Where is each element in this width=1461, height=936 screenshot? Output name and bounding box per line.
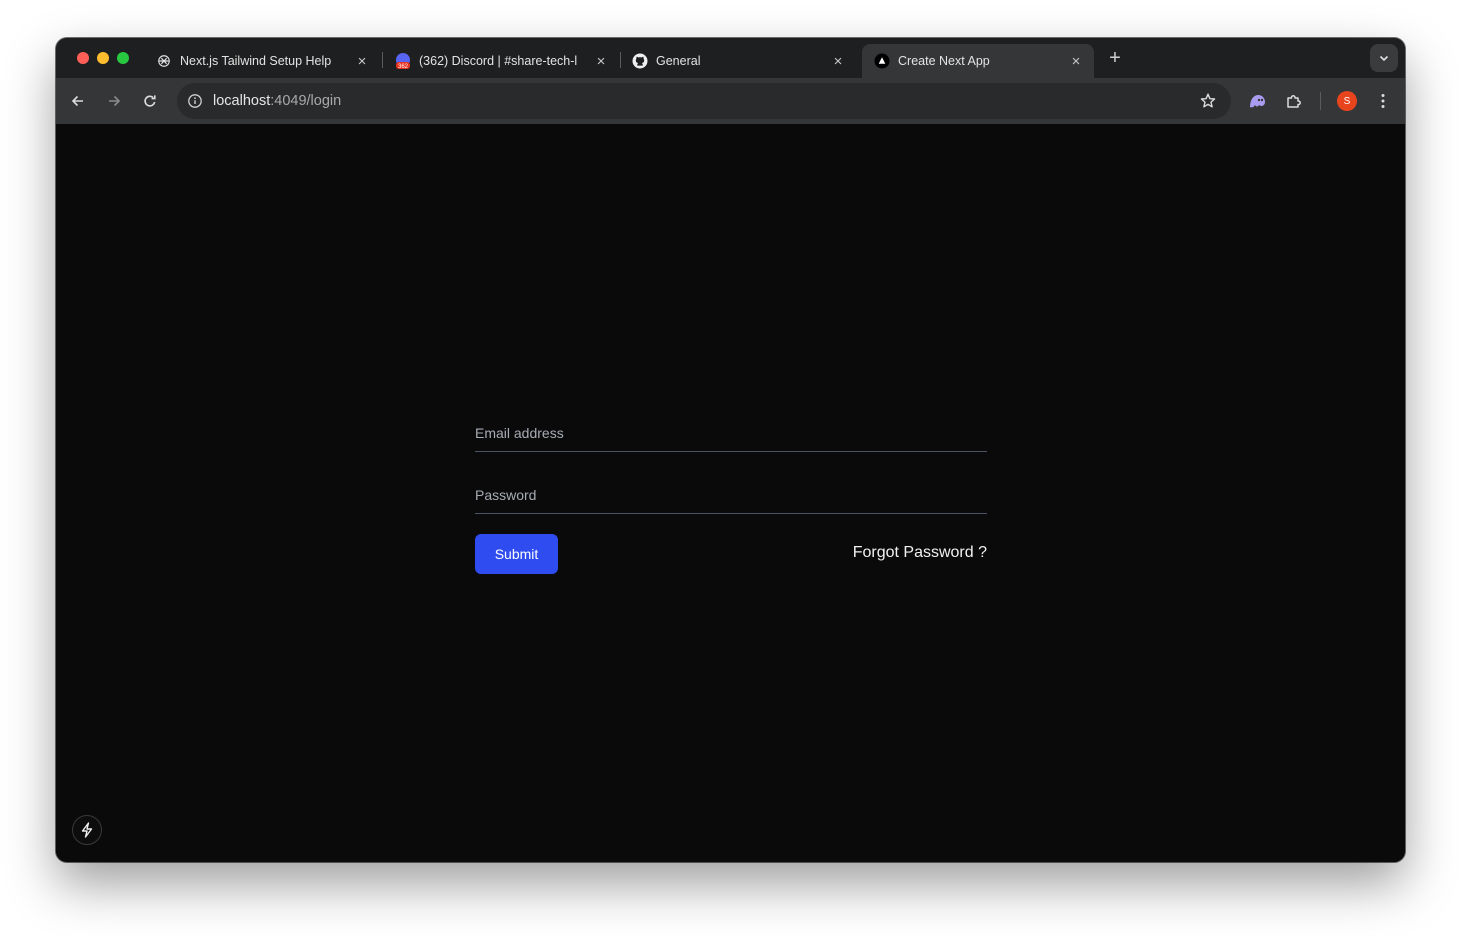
- arrow-right-icon: [109, 95, 121, 107]
- tab-github-general[interactable]: General ×: [620, 44, 856, 78]
- discord-icon: 362: [395, 53, 411, 69]
- tab-nextjs-tailwind[interactable]: Next.js Tailwind Setup Help ×: [144, 44, 380, 78]
- email-field-wrapper: [475, 416, 987, 452]
- url-host: localhost: [213, 93, 271, 109]
- password-field-wrapper: [475, 478, 987, 514]
- discord-badge: 362: [398, 64, 409, 69]
- new-tab-button[interactable]: +: [1104, 47, 1126, 69]
- email-input[interactable]: [475, 420, 987, 446]
- tab-title: (362) Discord | #share-tech-l: [419, 54, 578, 68]
- reload-button[interactable]: [138, 89, 162, 113]
- url-text[interactable]: localhost:4049/login: [213, 93, 341, 109]
- submit-button[interactable]: Submit: [475, 534, 558, 574]
- menu-kebab-icon[interactable]: [1372, 90, 1394, 112]
- back-button[interactable]: [66, 89, 90, 113]
- site-info-icon[interactable]: [185, 91, 205, 111]
- close-window-button[interactable]: [77, 52, 89, 64]
- vercel-icon: [874, 53, 890, 69]
- tab-search-button[interactable]: [1370, 44, 1398, 72]
- close-tab-icon[interactable]: ×: [354, 53, 370, 70]
- chevron-down-icon: [1379, 55, 1389, 62]
- reload-icon: [144, 95, 156, 107]
- profile-avatar[interactable]: S: [1337, 91, 1357, 111]
- page-content: Submit Forgot Password ?: [56, 124, 1405, 862]
- close-tab-icon[interactable]: ×: [1068, 53, 1084, 70]
- forward-button[interactable]: [102, 89, 126, 113]
- browser-toolbar: localhost:4049/login S: [56, 78, 1405, 124]
- tab-title: Create Next App: [898, 54, 990, 68]
- toolbar-separator: [1320, 92, 1321, 110]
- forgot-password-link[interactable]: Forgot Password ?: [853, 544, 987, 562]
- openai-icon: [156, 53, 172, 69]
- close-tab-icon[interactable]: ×: [830, 53, 846, 70]
- lightning-bolt-icon: [81, 822, 93, 838]
- browser-window: Next.js Tailwind Setup Help × 362 (362) …: [56, 38, 1405, 862]
- tab-title: General: [656, 54, 701, 68]
- extensions-puzzle-icon[interactable]: [1283, 90, 1305, 112]
- tab-strip: Next.js Tailwind Setup Help × 362 (362) …: [56, 38, 1405, 78]
- close-tab-icon[interactable]: ×: [593, 53, 609, 70]
- password-input[interactable]: [475, 482, 987, 508]
- tab-title: Next.js Tailwind Setup Help: [180, 54, 332, 68]
- arrow-left-icon: [71, 95, 83, 107]
- minimize-window-button[interactable]: [97, 52, 109, 64]
- url-path: :4049/login: [270, 93, 342, 109]
- address-bar[interactable]: localhost:4049/login: [177, 83, 1231, 119]
- maximize-window-button[interactable]: [117, 52, 129, 64]
- login-form: Submit Forgot Password ?: [475, 416, 987, 574]
- ghost-extension-icon[interactable]: [1246, 90, 1268, 112]
- nextjs-dev-indicator[interactable]: [72, 815, 102, 845]
- tab-discord[interactable]: 362 (362) Discord | #share-tech-l ×: [383, 44, 619, 78]
- bookmark-star-icon[interactable]: [1199, 92, 1217, 110]
- tab-create-next-app[interactable]: Create Next App ×: [862, 44, 1094, 78]
- github-icon: [632, 53, 648, 69]
- form-actions: Submit Forgot Password ?: [475, 534, 987, 574]
